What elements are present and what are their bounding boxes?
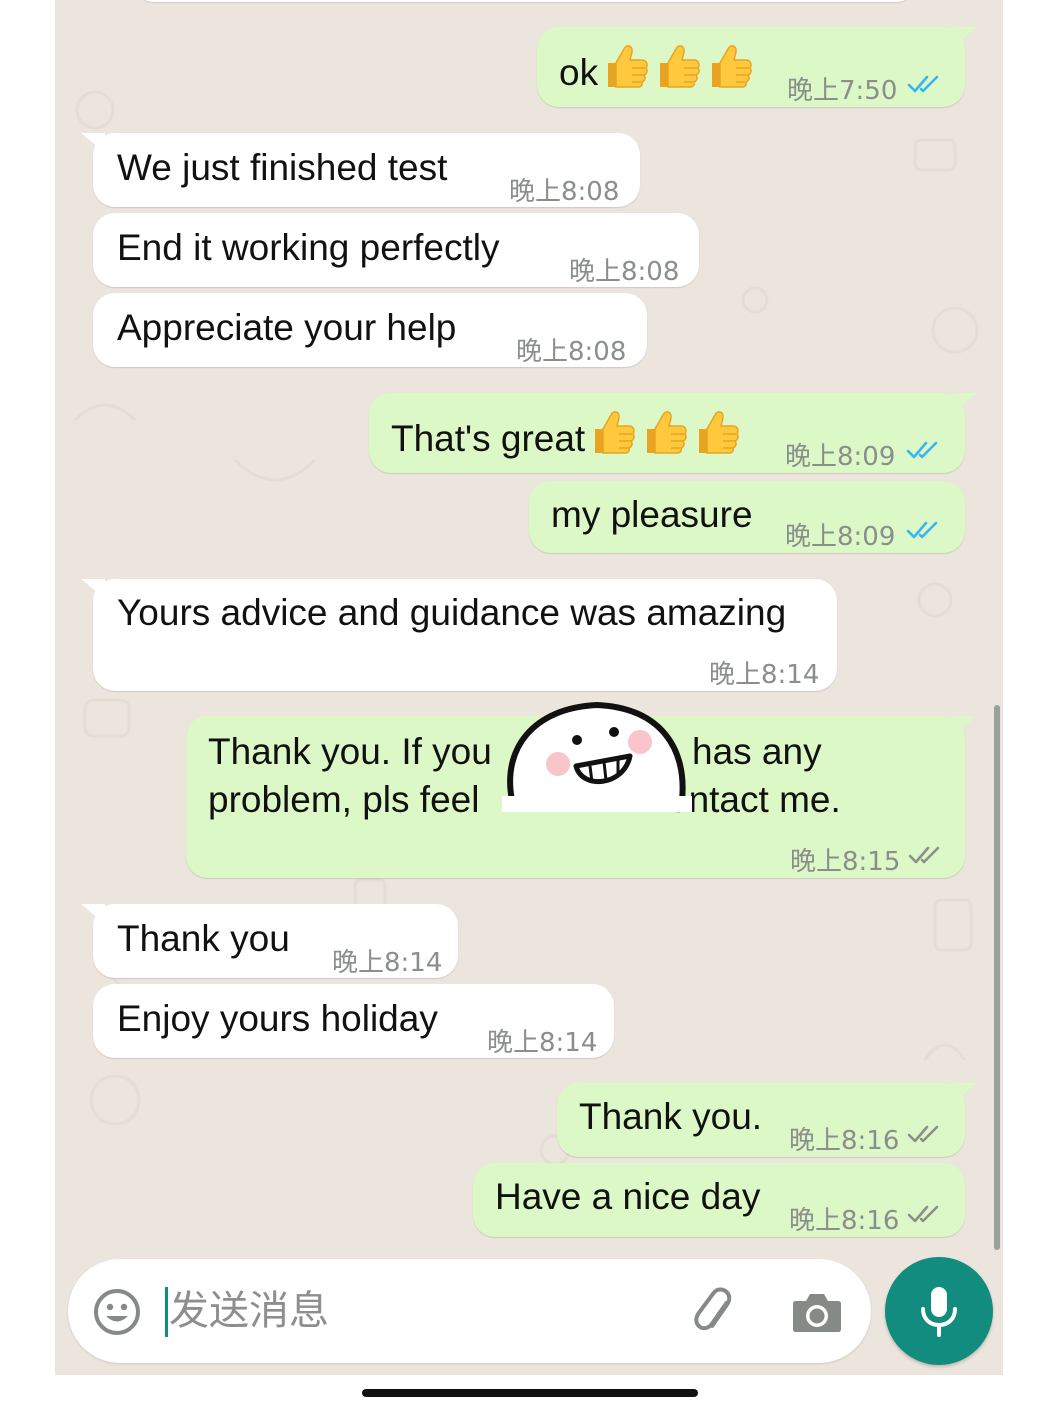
voice-message-button[interactable] [885,1257,993,1365]
read-ticks-icon [907,73,945,95]
message-time: 晚上8:16 [789,1206,900,1236]
message-bubble-incoming[interactable]: Thank you 晚上8:14 [81,904,458,978]
smiley-icon[interactable] [92,1287,142,1337]
message-text-line1-right: has any [692,731,822,772]
message-text: ok [559,52,599,93]
message-bubble-incoming[interactable]: Enjoy yours holiday 晚上8:14 [93,984,614,1058]
bubble-tail [81,133,105,153]
bubble-tail [953,27,977,47]
bubble-tail [953,716,977,736]
smiling-face-sticker-icon [502,701,692,812]
message-text: Appreciate your help [117,307,457,348]
message-bubble-outgoing[interactable]: ok 晚上7:50 [537,27,977,107]
message-time: 晚上8:14 [332,948,443,978]
message-composer[interactable]: 发送消息 [68,1259,871,1363]
thumbs-up-emoji-icon [641,407,689,457]
message-bubble-outgoing[interactable]: my pleasure 晚上8:09 [529,481,965,553]
read-ticks-icon [906,519,944,541]
bubble-tail [81,904,105,924]
message-text: Thank you. [579,1096,763,1137]
message-text: my pleasure [551,494,753,535]
message-time: 晚上8:14 [487,1028,598,1058]
message-text-line1-left: Thank you. If you [208,731,492,772]
bubble-tail [953,1083,977,1103]
message-bubble-incoming[interactable]: Yours advice and guidance was amazing 晚上… [81,579,837,691]
thumbs-up-emoji-icon [602,41,650,91]
message-time: 晚上8:16 [789,1126,900,1156]
delivered-ticks-icon [907,1203,945,1225]
message-bubble-incoming[interactable]: Appreciate your help 晚上8:08 [93,293,647,367]
read-ticks-icon [906,439,944,461]
message-text: Yours advice and guidance was amazing [117,592,787,633]
message-text-line2-right: ontact me. [668,779,841,820]
message-text: End it working perfectly [117,227,500,268]
paperclip-icon[interactable] [688,1285,744,1341]
message-time: 晚上7:50 [787,76,898,106]
thumbs-up-emoji-icon [654,41,702,91]
delivered-ticks-icon [908,844,946,866]
message-text-line2-left: problem, pls feel [208,779,480,820]
message-text: We just finished test [117,147,448,188]
message-text: Enjoy yours holiday [117,998,438,1039]
message-text: Have a nice day [495,1176,761,1217]
previous-message-edge [135,0,915,2]
text-caret [165,1287,168,1337]
thumbs-up-emoji-icon [693,407,741,457]
thumbs-up-emoji-icon [589,407,637,457]
message-bubble-outgoing[interactable]: Have a nice day 晚上8:16 [473,1163,965,1237]
message-time: 晚上8:15 [790,847,901,877]
message-time: 晚上8:08 [509,177,620,207]
message-bubble-incoming[interactable]: End it working perfectly 晚上8:08 [93,213,699,287]
message-time: 晚上8:08 [569,257,680,287]
message-time: 晚上8:08 [516,337,627,367]
message-time: 晚上8:09 [785,442,896,472]
message-time: 晚上8:09 [785,522,896,552]
message-input[interactable]: 发送消息 [169,1285,329,1337]
camera-icon[interactable] [790,1287,844,1337]
bubble-tail [81,579,105,599]
delivered-ticks-icon [907,1123,945,1145]
message-bubble-outgoing[interactable]: Thank you. 晚上8:16 [557,1083,977,1157]
bubble-tail [953,393,977,413]
home-indicator[interactable] [362,1389,698,1397]
thumbs-up-emoji-icon [706,41,754,91]
message-bubble-outgoing[interactable]: That's great 晚上8:09 [369,393,977,473]
scrollbar[interactable] [994,705,1000,1250]
message-bubble-incoming[interactable]: We just finished test 晚上8:08 [81,133,640,207]
message-text: That's great [391,418,586,459]
message-text: Thank you [117,918,290,959]
message-time: 晚上8:14 [709,660,820,690]
microphone-icon [921,1287,957,1337]
